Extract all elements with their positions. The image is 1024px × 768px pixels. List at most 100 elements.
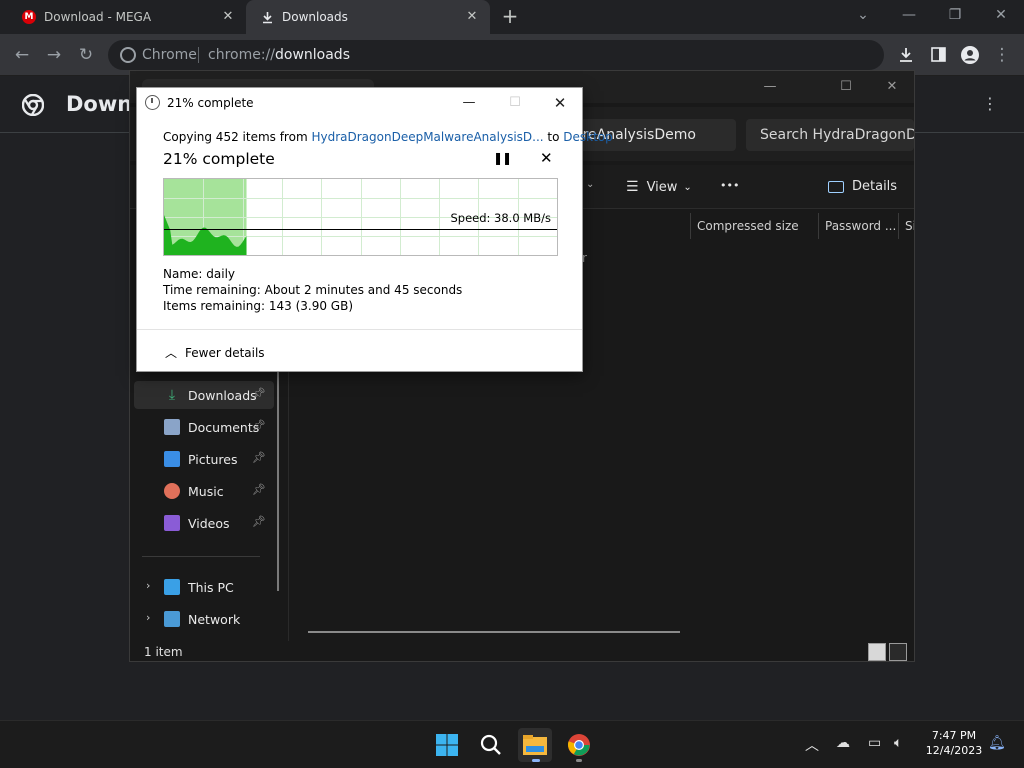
column-password[interactable]: Password ...	[818, 213, 898, 239]
url-path: downloads	[275, 47, 350, 63]
music-folder-icon	[164, 483, 180, 499]
minimize-button[interactable]: —	[886, 0, 932, 34]
view-button[interactable]: ☰ View ⌄	[626, 179, 692, 195]
new-tab-button[interactable]: +	[498, 5, 522, 29]
dialog-minimize-button[interactable]: —	[447, 91, 491, 115]
tab-search-icon[interactable]: ⌄	[840, 0, 886, 34]
volume-muted-icon[interactable]: 🔈︎	[894, 735, 902, 751]
chrome-icon[interactable]	[562, 728, 596, 762]
nav-item-pictures[interactable]: Pictures 📌︎	[134, 445, 274, 473]
destination-folder-link[interactable]: Desktop	[563, 130, 613, 144]
this-pc-icon	[164, 579, 180, 595]
cloud-offline-icon[interactable]: ☁	[836, 735, 850, 751]
expand-chevron-icon[interactable]: ›	[146, 579, 150, 592]
source-folder-link[interactable]: HydraDragonDeepMalwareAnalysisD...	[311, 130, 543, 144]
system-clock[interactable]: 7:47 PM 12/4/2023	[922, 728, 986, 758]
info-items-remaining: Items remaining: 143 (3.90 GB)	[163, 299, 353, 313]
active-app-indicator	[532, 759, 540, 762]
documents-folder-icon	[164, 419, 180, 435]
show-hidden-icons-chevron[interactable]: ︿	[805, 735, 819, 755]
notification-bell-icon[interactable]: 🔔︎	[988, 735, 1006, 751]
tab-downloads[interactable]: Downloads ✕	[246, 0, 490, 34]
details-view-button[interactable]	[868, 643, 886, 661]
cancel-copy-button[interactable]: ✕	[540, 149, 553, 167]
details-pane-button[interactable]: Details	[828, 179, 897, 194]
network-status-icon[interactable]: ▭	[868, 735, 881, 751]
running-app-indicator	[576, 759, 582, 762]
expand-chevron-icon[interactable]: ›	[146, 611, 150, 624]
network-icon	[164, 611, 180, 627]
tab-label: Downloads	[282, 10, 348, 24]
file-explorer-icon[interactable]	[518, 728, 552, 762]
nav-label: Videos	[188, 515, 230, 531]
navigation-pane: ⤓ Downloads 📌︎ Documents 📌︎ Pictures 📌︎ …	[130, 371, 280, 637]
downloads-icon[interactable]	[894, 43, 918, 67]
nav-label: Music	[188, 483, 224, 499]
nav-item-downloads[interactable]: ⤓ Downloads 📌︎	[134, 381, 274, 409]
nav-item-videos[interactable]: Videos 📌︎	[134, 509, 274, 537]
chrome-menu-icon[interactable]: ⋮	[990, 43, 1014, 67]
omnibox-chrome-label: Chrome	[142, 47, 197, 63]
fewer-details-button[interactable]: ︿ Fewer details	[165, 344, 265, 361]
pane-separator[interactable]	[288, 371, 289, 641]
pin-icon: 📌︎	[252, 387, 266, 400]
omnibox-url[interactable]: chrome://downloads	[208, 47, 350, 63]
windows-start-icon[interactable]	[430, 728, 464, 762]
chrome-logo-icon	[22, 94, 44, 116]
mega-icon: M	[22, 10, 36, 24]
view-lines-icon: ☰	[626, 179, 639, 195]
time-value: About 2 minutes and 45 seconds	[264, 283, 463, 297]
horizontal-scrollbar[interactable]	[308, 631, 680, 633]
omnibox-divider	[198, 47, 199, 63]
details-pane-icon	[828, 180, 844, 193]
progress-clock-icon	[145, 95, 160, 110]
address-bar[interactable]: Chrome chrome://downloads	[108, 40, 884, 70]
explorer-maximize-button[interactable]: ☐	[826, 75, 866, 99]
chevron-up-icon: ︿	[165, 346, 178, 360]
dialog-close-button[interactable]: ✕	[538, 91, 582, 115]
dialog-maximize-button: ☐	[509, 95, 521, 110]
nav-item-this-pc[interactable]: › This PC	[134, 573, 274, 601]
downloads-more-icon[interactable]: ⋮	[982, 94, 998, 113]
profile-avatar[interactable]	[958, 43, 982, 67]
tab-mega[interactable]: M Download - MEGA ✕	[8, 0, 246, 34]
nav-item-music[interactable]: Music 📌︎	[134, 477, 274, 505]
reload-button[interactable]: ↻	[74, 43, 98, 67]
close-tab-icon[interactable]: ✕	[220, 9, 236, 25]
column-size[interactable]: Si	[898, 213, 914, 239]
sort-dropdown-chevron-icon[interactable]: ⌄	[586, 179, 594, 190]
pin-icon: 📌︎	[252, 515, 266, 528]
tab-label: Download - MEGA	[44, 10, 152, 24]
downloads-folder-icon: ⤓	[168, 387, 176, 403]
view-toggle	[868, 643, 907, 661]
speed-readout: Speed: 38.0 MB/s	[450, 211, 551, 225]
status-item-count: 1 item	[144, 645, 183, 659]
pin-icon: 📌︎	[252, 451, 266, 464]
clock-date: 12/4/2023	[925, 744, 983, 757]
time-label: Time remaining:	[163, 283, 261, 297]
tiles-view-button[interactable]	[889, 643, 907, 661]
nav-item-network[interactable]: › Network	[134, 605, 274, 633]
explorer-minimize-button[interactable]: —	[750, 75, 790, 99]
nav-scrollbar[interactable]	[277, 371, 279, 591]
copy-prefix: Copying 452 items from	[163, 130, 312, 144]
chrome-page-icon	[120, 47, 136, 63]
url-prefix: chrome://	[208, 47, 275, 63]
view-chevron-icon: ⌄	[683, 181, 692, 193]
name-label: Name:	[163, 267, 203, 281]
explorer-search-input[interactable]: Search HydraDragonDeepM	[746, 119, 914, 151]
download-icon	[260, 10, 274, 24]
close-window-button[interactable]: ✕	[978, 0, 1024, 34]
side-panel-icon[interactable]	[926, 43, 950, 67]
column-compressed-size[interactable]: Compressed size	[690, 213, 818, 239]
nav-item-documents[interactable]: Documents 📌︎	[134, 413, 274, 441]
forward-button[interactable]: →	[42, 43, 66, 67]
pause-button[interactable]: ❚❚	[493, 151, 512, 165]
search-icon[interactable]	[474, 728, 508, 762]
restore-button[interactable]: ❐	[932, 0, 978, 34]
more-options-button[interactable]: •••	[720, 179, 739, 192]
explorer-close-button[interactable]: ✕	[872, 75, 912, 99]
back-button[interactable]: ←	[10, 43, 34, 67]
close-tab-icon[interactable]: ✕	[464, 9, 480, 25]
name-value: daily	[206, 267, 236, 281]
